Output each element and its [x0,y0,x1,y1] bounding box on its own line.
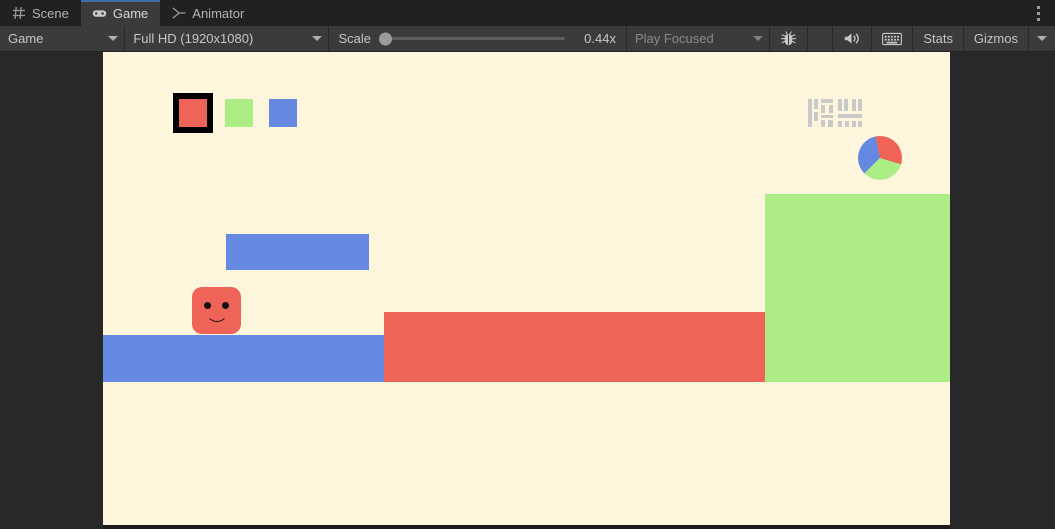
toolbar-gap [808,26,833,51]
tab-game[interactable]: Game [80,0,161,26]
swatch-blue[interactable] [269,99,297,127]
tab-animator-label: Animator [192,5,245,21]
kebab-icon [1036,4,1040,22]
scale-value: 0.44x [584,31,616,46]
tab-game-label: Game [112,5,149,21]
tab-scene-label: Scene [32,5,69,21]
scale-slider[interactable] [378,32,565,45]
chevron-down-icon [1036,36,1047,41]
tab-bar-spacer [256,0,1021,26]
chevron-down-icon [311,36,322,41]
pie-chart [858,136,902,180]
resolution-dropdown[interactable]: Full HD (1920x1080) [125,26,327,51]
hud-glyph-text [808,98,864,128]
floating-platform-blue [226,234,369,270]
game-view-toolbar: Game Full HD (1920x1080) Scale 0.44x Pla… [0,26,1055,52]
tab-animator[interactable]: Animator [160,0,256,26]
target-display-label: Game [8,31,44,46]
stats-label: Stats [923,31,953,46]
unity-editor-window: Scene Game Animator Game Full HD (1920x1… [0,0,1055,529]
stats-button[interactable]: Stats [913,26,963,51]
scale-label: Scale [338,31,371,46]
player-right-eye [222,302,229,309]
gamepad-icon [92,6,107,21]
resolution-label: Full HD (1920x1080) [133,31,254,46]
chevron-down-icon [108,36,119,41]
tab-bar: Scene Game Animator [0,0,1055,26]
player-character[interactable] [192,287,241,334]
scale-slider-handle[interactable] [378,32,392,45]
grid-icon [11,6,26,21]
swatch-red[interactable] [173,93,213,133]
tab-scene[interactable]: Scene [0,0,81,26]
wall-green [765,194,950,382]
chevron-down-icon [752,36,763,41]
bug-icon [780,30,797,47]
speaker-icon [843,31,861,46]
animator-icon [171,6,186,21]
play-mode-dropdown[interactable]: Play Focused [627,26,769,51]
game-view-bottom-strip [103,525,950,529]
target-display-dropdown[interactable]: Game [0,26,124,51]
gizmos-label: Gizmos [973,31,1018,46]
player-left-eye [204,302,211,309]
keyboard-input-button[interactable] [872,26,912,51]
mute-audio-button[interactable] [833,26,871,51]
tofu-glyphs-icon [808,99,862,127]
keyboard-icon [882,32,903,46]
ground-red [384,312,765,382]
game-view-canvas[interactable] [103,52,950,525]
scale-slider-group[interactable]: Scale 0.44x [328,26,626,51]
play-mode-label: Play Focused [634,31,714,46]
gizmos-dropdown-button[interactable] [1029,26,1055,51]
ground-blue [103,335,384,382]
debug-bug-button[interactable] [770,26,807,51]
player-mouth [206,311,228,322]
more-options-button[interactable] [1021,0,1055,26]
swatch-green[interactable] [225,99,253,127]
gizmos-button[interactable]: Gizmos [964,26,1028,51]
